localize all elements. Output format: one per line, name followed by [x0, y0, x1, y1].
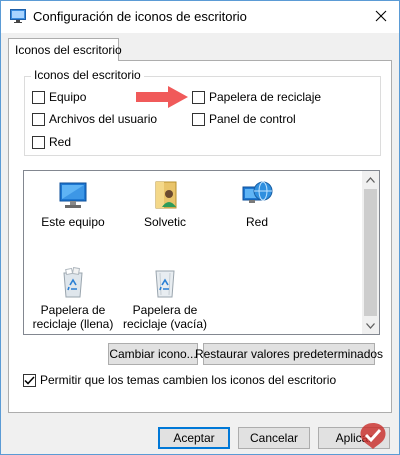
list-item-red[interactable]: Red — [212, 179, 302, 229]
checkbox-box[interactable] — [192, 90, 205, 104]
dialog-window: Configuración de iconos de escritorio Ic… — [0, 0, 400, 455]
close-icon — [375, 10, 387, 22]
close-button[interactable] — [369, 5, 393, 27]
checkbox-panel-de-control[interactable]: Panel de control — [192, 112, 296, 126]
change-icon-button[interactable]: Cambiar icono... — [108, 343, 198, 365]
user-folder-icon — [149, 179, 181, 211]
list-item-este-equipo[interactable]: Este equipo — [28, 179, 118, 229]
checkbox-box[interactable] — [192, 112, 205, 126]
item-caption: Red — [245, 215, 268, 229]
tab-iconos-del-escritorio[interactable]: Iconos del escritorio — [8, 38, 122, 61]
groupbox-label: Iconos del escritorio — [31, 68, 144, 82]
cancel-button[interactable]: Cancelar — [238, 427, 310, 449]
checkbox-label: Equipo — [49, 90, 87, 104]
list-item-papelera-vacia[interactable]: Papelera de reciclaje (vacía) — [120, 267, 210, 331]
scroll-thumb[interactable] — [364, 189, 377, 316]
item-caption: Solvetic — [143, 215, 187, 229]
checkbox-allow-themes[interactable]: Permitir que los temas cambien los icono… — [23, 373, 336, 387]
accept-button[interactable]: Aceptar — [158, 427, 230, 449]
checkbox-papelera-de-reciclaje[interactable]: Papelera de reciclaje — [192, 90, 321, 104]
red-arrow-icon — [136, 86, 188, 108]
desktop-settings-icon — [10, 9, 26, 23]
checkbox-label: Red — [49, 135, 72, 149]
item-caption: Papelera de reciclaje (llena) — [32, 303, 114, 331]
recycle-bin-full-icon — [57, 266, 89, 299]
tab-label: Iconos del escritorio — [15, 43, 122, 57]
checkbox-box[interactable] — [32, 90, 45, 104]
solvetic-logo-icon — [355, 421, 391, 451]
list-item-solvetic[interactable]: Solvetic — [120, 179, 210, 229]
checkbox-label: Archivos del usuario — [49, 112, 158, 126]
checkbox-equipo[interactable]: Equipo — [32, 90, 86, 104]
checkbox-box[interactable] — [32, 135, 45, 149]
item-caption: Este equipo — [41, 215, 105, 229]
title-bar[interactable]: Configuración de iconos de escritorio — [1, 1, 399, 33]
chevron-up-icon — [366, 176, 375, 183]
list-item-papelera-llena[interactable]: Papelera de reciclaje (llena) — [28, 266, 118, 331]
computer-icon — [57, 179, 89, 211]
checkbox-box[interactable] — [32, 112, 45, 126]
restore-defaults-button[interactable]: Restaurar valores predeterminados — [195, 343, 383, 365]
scroll-down-button[interactable] — [362, 317, 379, 334]
recycle-bin-empty-icon — [149, 267, 181, 299]
desktop-icon-list[interactable]: Este equipo Solvetic Red Papelera de rec… — [23, 170, 380, 335]
checkbox-label: Papelera de reciclaje — [209, 90, 322, 104]
window-title: Configuración de iconos de escritorio — [33, 9, 247, 24]
checkbox-archivos-del-usuario[interactable]: Archivos del usuario — [32, 112, 157, 126]
checkbox-label: Panel de control — [209, 112, 296, 126]
chevron-down-icon — [366, 322, 375, 329]
vertical-scrollbar[interactable] — [362, 171, 379, 334]
network-globe-icon — [241, 179, 273, 211]
checkmark-icon — [24, 375, 35, 385]
item-caption: Papelera de reciclaje (vacía) — [122, 303, 208, 331]
checkbox-box-checked[interactable] — [23, 373, 36, 387]
checkbox-label: Permitir que los temas cambien los icono… — [40, 373, 337, 387]
checkbox-red[interactable]: Red — [32, 135, 71, 149]
scroll-up-button[interactable] — [362, 171, 379, 188]
